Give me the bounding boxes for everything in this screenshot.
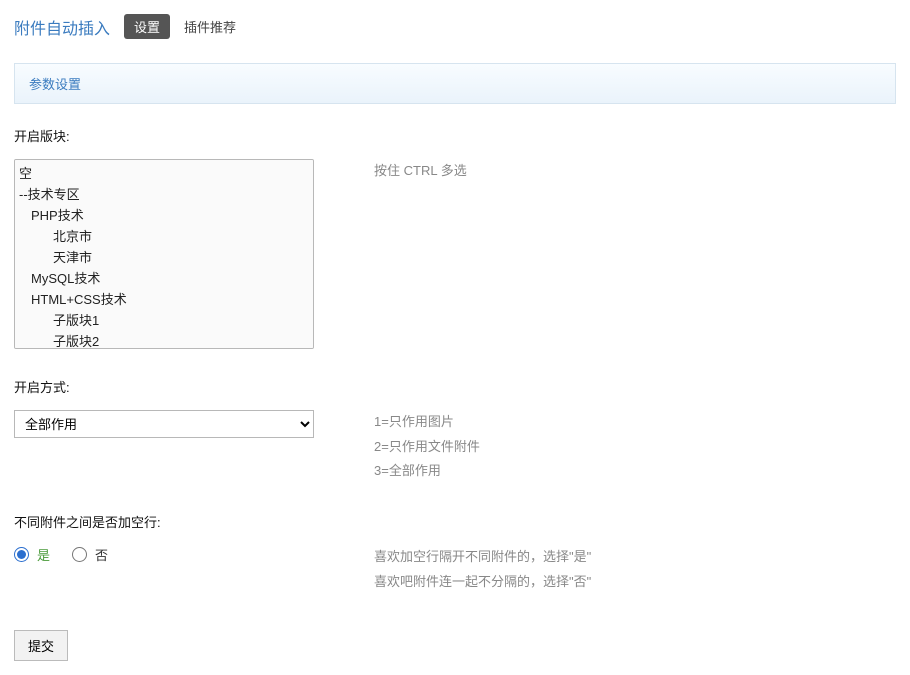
mode-select-help: 1=只作用图片2=只作用文件附件3=全部作用 [374, 410, 480, 484]
mode-dropdown[interactable]: 全部作用 [14, 410, 314, 438]
forum-option[interactable]: 子版块2 [17, 330, 311, 349]
radio-yes-label: 是 [37, 545, 50, 564]
page-title: 附件自动插入 [14, 15, 110, 39]
forum-option[interactable]: 北京市 [17, 225, 311, 246]
radio-no-label: 否 [95, 545, 108, 564]
mode-select-label: 开启方式: [14, 377, 896, 396]
field-mode-select: 开启方式: 全部作用 1=只作用图片2=只作用文件附件3=全部作用 [14, 377, 896, 484]
page-header: 附件自动插入 设置 插件推荐 [14, 14, 896, 39]
forum-option[interactable]: 空 [17, 162, 311, 183]
forum-option[interactable]: 天津市 [17, 246, 311, 267]
forum-select-help: 按住 CTRL 多选 [374, 159, 467, 184]
radio-yes[interactable] [14, 547, 29, 562]
forum-option[interactable]: 子版块1 [17, 309, 311, 330]
forum-option[interactable]: PHP技术 [17, 204, 311, 225]
help-line: 2=只作用文件附件 [374, 435, 480, 460]
blank-line-label: 不同附件之间是否加空行: [14, 512, 896, 531]
radio-no-item[interactable]: 否 [72, 545, 108, 564]
help-line: 喜欢吧附件连一起不分隔的，选择"否" [374, 570, 591, 595]
tab-plugin-recommend[interactable]: 插件推荐 [184, 17, 236, 36]
radio-yes-item[interactable]: 是 [14, 545, 50, 564]
tab-settings[interactable]: 设置 [124, 14, 170, 39]
blank-line-help: 喜欢加空行隔开不同附件的，选择"是"喜欢吧附件连一起不分隔的，选择"否" [374, 545, 591, 594]
field-forum-select: 开启版块: 空--技术专区PHP技术北京市天津市MySQL技术HTML+CSS技… [14, 126, 896, 349]
forum-option[interactable]: HTML+CSS技术 [17, 288, 311, 309]
submit-button[interactable]: 提交 [14, 630, 68, 661]
forum-select-label: 开启版块: [14, 126, 896, 145]
forum-multiselect[interactable]: 空--技术专区PHP技术北京市天津市MySQL技术HTML+CSS技术子版块1子… [14, 159, 314, 349]
help-line: 喜欢加空行隔开不同附件的，选择"是" [374, 545, 591, 570]
help-line: 1=只作用图片 [374, 410, 480, 435]
section-title: 参数设置 [14, 63, 896, 104]
help-line: 3=全部作用 [374, 459, 480, 484]
field-blank-line: 不同附件之间是否加空行: 是 否 喜欢加空行隔开不同附件的，选择"是"喜欢吧附件… [14, 512, 896, 594]
radio-no[interactable] [72, 547, 87, 562]
forum-option[interactable]: --技术专区 [17, 183, 311, 204]
forum-option[interactable]: MySQL技术 [17, 267, 311, 288]
